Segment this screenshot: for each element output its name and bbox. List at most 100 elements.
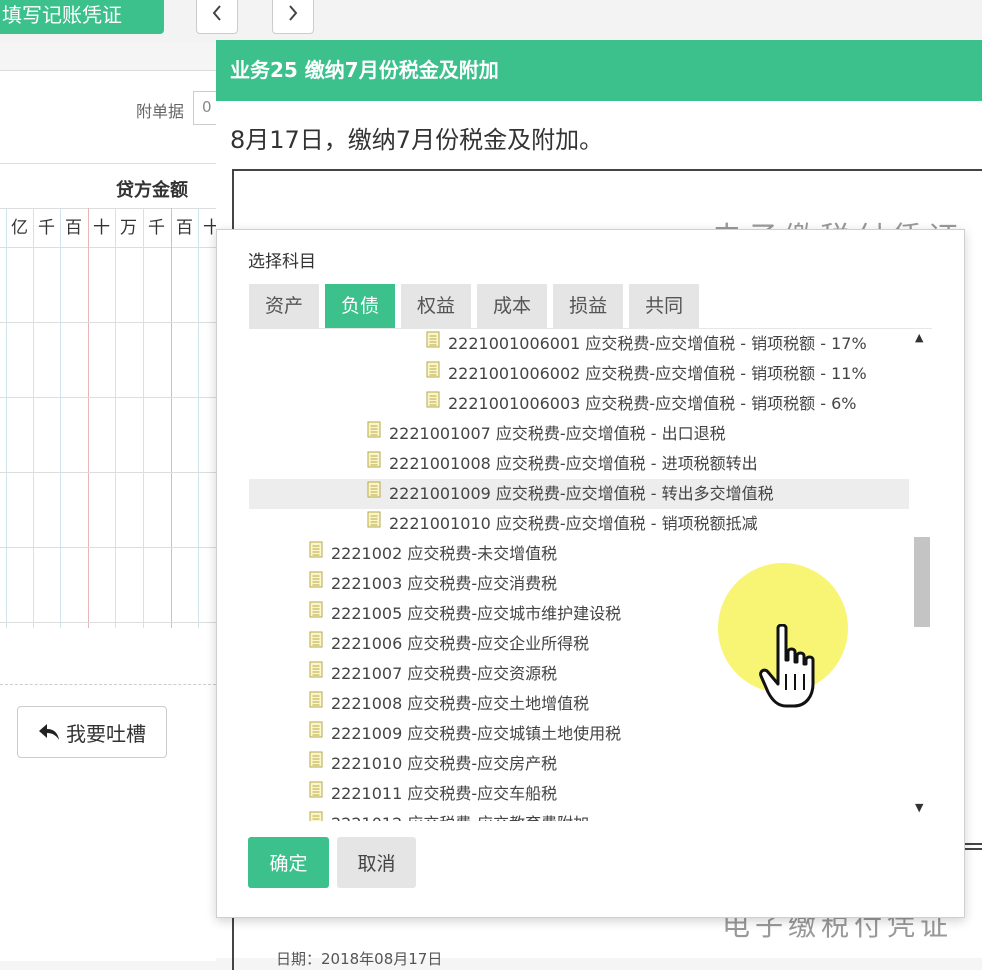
amount-grid: 贷方金额 亿 千 百 十 万 千 百 十 [0, 163, 220, 629]
complain-button[interactable]: 我要吐槽 [17, 706, 167, 758]
digit-header: 千 [38, 218, 55, 238]
tree-item-label: 2221001010 应交税费-应交增值税 - 销项税额抵减 [389, 514, 758, 533]
scroll-up-arrow-icon[interactable]: ▲ [915, 331, 923, 344]
scroll-down-arrow-icon[interactable]: ▼ [915, 801, 923, 814]
subject-picker-dialog: 选择科目 资产 负债 权益 成本 损益 共同 2221001006001 应交税费-应交增… [216, 229, 965, 918]
top-toolbar: 填写记账凭证 [0, 0, 982, 42]
digit-header: 亿 [11, 218, 28, 238]
tree-item-label: 2221010 应交税费-应交房产税 [331, 754, 558, 773]
reply-arrow-icon [38, 723, 60, 741]
cancel-button[interactable]: 取消 [337, 837, 416, 888]
tab-1[interactable]: 负债 [325, 284, 396, 328]
tree-item[interactable]: 2221001006003 应交税费-应交增值税 - 销项税额 - 6% [249, 389, 909, 419]
scroll-thumb[interactable] [914, 537, 930, 627]
grid-row-line [0, 397, 216, 398]
grid-line [143, 208, 144, 628]
grid-row-line [0, 322, 216, 323]
document-icon [309, 658, 323, 688]
task-title: 业务25 缴纳7月份税金及附加 [216, 40, 982, 101]
document-icon [309, 688, 323, 718]
tree-item[interactable]: 2221002 应交税费-未交增值税 [249, 539, 909, 569]
tree-item[interactable]: 2221010 应交税费-应交房产税 [249, 749, 909, 779]
subject-tree: 2221001006001 应交税费-应交增值税 - 销项税额 - 17% 222… [249, 328, 932, 821]
tree-item[interactable]: 2221001010 应交税费-应交增值税 - 销项税额抵减 [249, 509, 909, 539]
tree-item[interactable]: 2221001008 应交税费-应交增值税 - 进项税额转出 [249, 449, 909, 479]
tree-item[interactable]: 2221001006001 应交税费-应交增值税 - 销项税额 - 17% [249, 329, 909, 359]
tree-item-label: 2221005 应交税费-应交城市维护建设税 [331, 604, 622, 623]
document-icon [367, 508, 381, 538]
tree-item[interactable]: 2221001009 应交税费-应交增值税 - 转出多交增值税 [249, 479, 909, 509]
credit-amount-header: 贷方金额 [116, 180, 188, 201]
grid-line [60, 208, 61, 628]
tree-item-label: 2221009 应交税费-应交城镇土地使用税 [331, 724, 622, 743]
tree-item-label: 2221001009 应交税费-应交增值税 - 转出多交增值税 [389, 484, 774, 503]
complain-label: 我要吐槽 [66, 721, 146, 746]
next-button[interactable] [272, 0, 314, 34]
tab-5[interactable]: 共同 [629, 284, 700, 328]
fill-voucher-button[interactable]: 填写记账凭证 [0, 0, 164, 34]
tree-item[interactable]: 2221001007 应交税费-应交增值税 - 出口退税 [249, 419, 909, 449]
grid-line [33, 208, 34, 628]
digit-header: 百 [65, 218, 82, 238]
grid-row-line [0, 622, 216, 623]
tree-item-label: 2221001008 应交税费-应交增值税 - 进项税额转出 [389, 454, 758, 473]
tree-item-label: 2221008 应交税费-应交土地增值税 [331, 694, 590, 713]
category-tabs: 资产 负债 权益 成本 损益 共同 [249, 284, 700, 328]
document-icon [309, 718, 323, 748]
document-icon [309, 628, 323, 658]
document-icon [426, 358, 440, 388]
tree-scrollbar[interactable]: ▲ ▼ [911, 329, 932, 821]
tree-item-label: 2221001006003 应交税费-应交增值税 - 销项税额 - 6% [448, 394, 857, 413]
tree-item-label: 2221003 应交税费-应交消费税 [331, 574, 558, 593]
chevron-left-icon [211, 3, 223, 27]
tree-item-label: 2221007 应交税费-应交资源税 [331, 664, 558, 683]
document-icon [367, 448, 381, 478]
digit-header: 万 [120, 218, 137, 238]
tree-item-label: 2221006 应交税费-应交企业所得税 [331, 634, 590, 653]
tree-item-label: 2221001006002 应交税费-应交增值税 - 销项税额 - 11% [448, 364, 867, 383]
tab-0[interactable]: 资产 [249, 284, 320, 328]
tree-item-label: 2221001006001 应交税费-应交增值税 - 销项税额 - 17% [448, 334, 867, 353]
document-icon [309, 748, 323, 778]
dialog-title: 选择科目 [248, 252, 316, 272]
document-icon [309, 568, 323, 598]
tree-item[interactable]: 2221012 应交税费-应交教育费附加 [249, 809, 909, 821]
tree-item-label: 2221002 应交税费-未交增值税 [331, 544, 558, 563]
tree-item[interactable]: 2221001006002 应交税费-应交增值税 - 销项税额 - 11% [249, 359, 909, 389]
digit-header: 十 [93, 218, 110, 238]
grid-line [198, 208, 199, 628]
tree-item[interactable]: 2221009 应交税费-应交城镇土地使用税 [249, 719, 909, 749]
hand-pointer-icon [758, 623, 828, 714]
grid-line [88, 208, 89, 628]
voucher-form: 附单据 0 贷方金额 亿 千 百 十 万 千 百 十 我要吐槽 [0, 70, 223, 961]
document-icon [367, 478, 381, 508]
document-date: 日期：2018年08月17日 [276, 950, 443, 968]
grid-line [6, 208, 7, 628]
grid-row-line [0, 547, 216, 548]
grid-line [115, 208, 116, 628]
tab-4[interactable]: 损益 [553, 284, 624, 328]
confirm-button[interactable]: 确定 [248, 837, 329, 888]
chevron-right-icon [287, 3, 299, 27]
prev-button[interactable] [196, 0, 238, 34]
attachment-label: 附单据 [136, 102, 185, 121]
digit-header: 百 [176, 218, 193, 238]
tree-item-label: 2221001007 应交税费-应交增值税 - 出口退税 [389, 424, 726, 443]
dashed-divider [0, 684, 216, 685]
tab-3[interactable]: 成本 [477, 284, 548, 328]
task-description: 8月17日，缴纳7月份税金及附加。 [230, 126, 604, 154]
document-icon [309, 598, 323, 628]
document-icon [309, 778, 323, 808]
grid-line [171, 208, 172, 628]
digit-header: 千 [148, 218, 165, 238]
tree-item-label: 2221011 应交税费-应交车船税 [331, 784, 558, 803]
document-icon [426, 329, 440, 358]
grid-row-line [0, 472, 216, 473]
document-icon [309, 808, 323, 821]
tree-item-label: 2221012 应交税费-应交教育费附加 [331, 814, 589, 821]
document-icon [367, 418, 381, 448]
tab-2[interactable]: 权益 [401, 284, 472, 328]
tree-item[interactable]: 2221011 应交税费-应交车船税 [249, 779, 909, 809]
document-icon [309, 538, 323, 568]
document-icon [426, 388, 440, 418]
